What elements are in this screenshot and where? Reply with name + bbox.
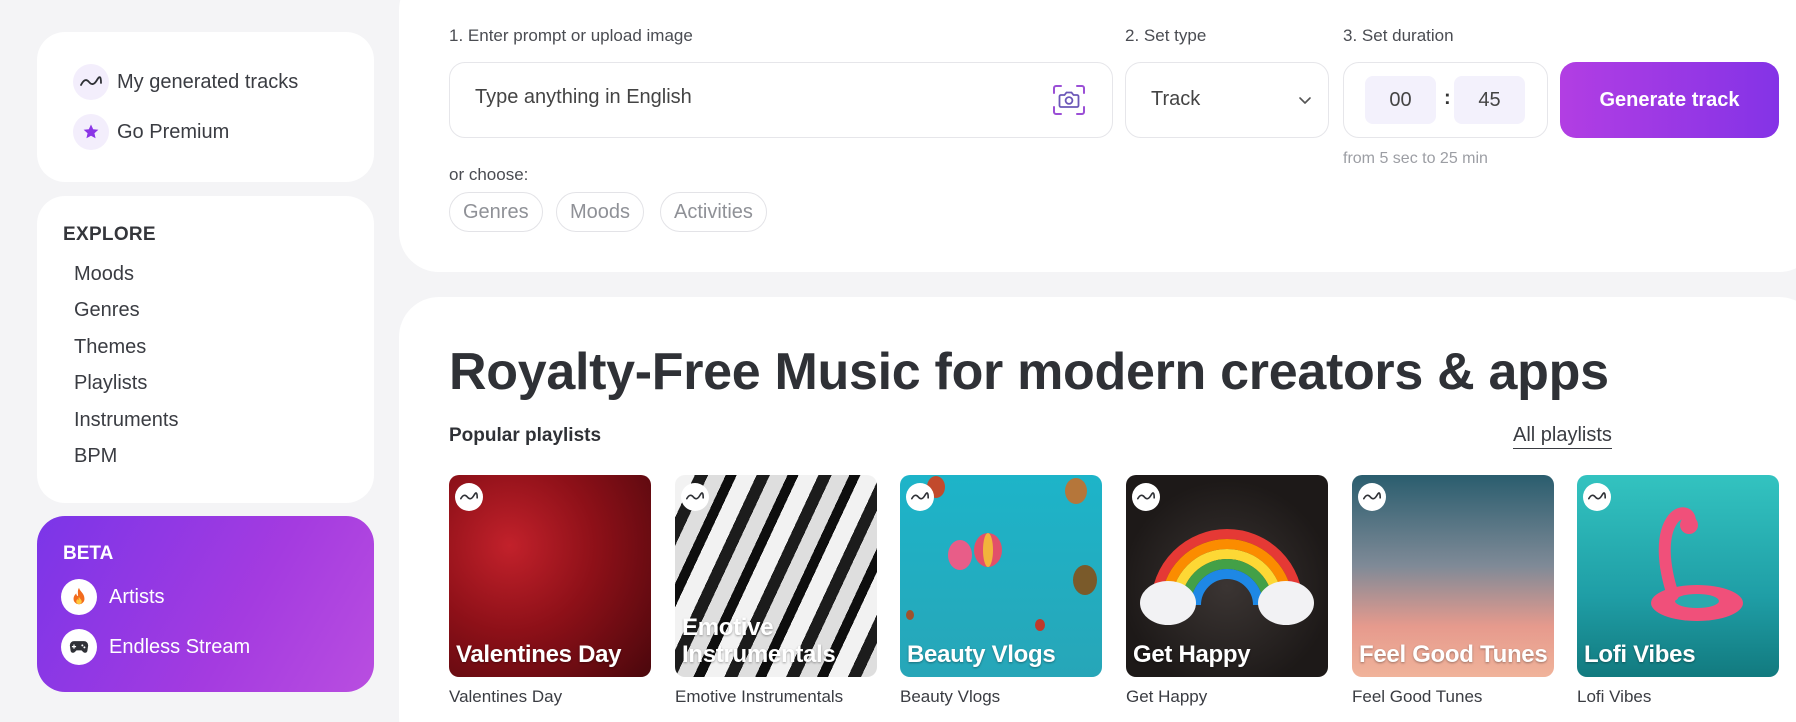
playlist-thumbnail: Lofi Vibes xyxy=(1577,475,1779,677)
duration-hint: from 5 sec to 25 min xyxy=(1343,150,1488,167)
all-playlists-link[interactable]: All playlists xyxy=(1513,424,1612,449)
prompt-box xyxy=(449,62,1113,138)
my-generated-tracks-label: My generated tracks xyxy=(117,70,299,93)
chip-activities[interactable]: Activities xyxy=(660,192,767,232)
type-select[interactable]: Track xyxy=(1125,62,1329,138)
playlist-tile[interactable]: Lofi Vibes Lofi Vibes xyxy=(1577,475,1779,707)
step1-label: 1. Enter prompt or upload image xyxy=(449,26,693,45)
chip-genres[interactable]: Genres xyxy=(449,192,543,232)
playlist-overlay-title: Feel Good Tunes xyxy=(1359,641,1548,668)
duration-seconds-input[interactable]: 45 xyxy=(1454,76,1525,124)
playlist-overlay-title: Lofi Vibes xyxy=(1584,641,1696,668)
duration-box: 00 : 45 xyxy=(1343,62,1548,138)
type-select-value: Track xyxy=(1151,88,1201,110)
explore-item-instruments[interactable]: Instruments xyxy=(74,408,178,444)
star-icon xyxy=(73,114,109,150)
gamepad-icon xyxy=(61,629,97,665)
playlist-caption: Beauty Vlogs xyxy=(900,687,1001,706)
generator-panel: 1. Enter prompt or upload image 2. Set t… xyxy=(399,0,1796,272)
explore-item-themes[interactable]: Themes xyxy=(74,335,178,371)
playlist-caption: Get Happy xyxy=(1126,687,1208,706)
explore-list: Moods Genres Themes Playlists Instrument… xyxy=(74,262,178,480)
playlist-caption: Valentines Day xyxy=(449,687,563,706)
explore-heading: EXPLORE xyxy=(63,224,156,245)
playlist-overlay-title: Valentines Day xyxy=(456,641,622,668)
beta-card: BETA Artists Endless Stream xyxy=(37,516,374,692)
popular-playlists-heading: Popular playlists xyxy=(449,425,602,446)
artists-label: Artists xyxy=(109,585,165,608)
go-premium-link[interactable]: Go Premium xyxy=(73,114,229,150)
chip-moods[interactable]: Moods xyxy=(556,192,645,232)
artists-link[interactable]: Artists xyxy=(61,579,165,615)
wave-icon xyxy=(681,483,709,511)
go-premium-label: Go Premium xyxy=(117,120,230,143)
playlist-tile[interactable]: Emotive Instrumentals Emotive Instrument… xyxy=(675,475,877,707)
playlist-thumbnail: Get Happy xyxy=(1126,475,1328,677)
duration-separator: : xyxy=(1444,87,1451,109)
playlist-tile[interactable]: Feel Good Tunes Feel Good Tunes xyxy=(1352,475,1554,707)
wave-icon xyxy=(1132,483,1160,511)
content-panel: Royalty-Free Music for modern creators &… xyxy=(399,297,1796,722)
playlist-caption: Lofi Vibes xyxy=(1577,687,1652,706)
playlist-tile[interactable]: Valentines Day Valentines Day xyxy=(449,475,651,707)
playlist-overlay-title: Get Happy xyxy=(1133,641,1251,668)
wave-icon xyxy=(73,64,109,100)
playlist-tile[interactable]: Beauty Vlogs Beauty Vlogs xyxy=(900,475,1102,707)
fire-icon xyxy=(61,579,97,615)
wave-icon xyxy=(455,483,483,511)
step2-label: 2. Set type xyxy=(1125,26,1207,45)
page-title: Royalty-Free Music for modern creators &… xyxy=(449,343,1609,401)
explore-item-moods[interactable]: Moods xyxy=(74,262,178,298)
playlist-overlay-title: Emotive Instrumentals xyxy=(682,614,836,668)
prompt-input[interactable] xyxy=(475,86,1035,109)
wave-icon xyxy=(1358,483,1386,511)
wave-icon xyxy=(1583,483,1611,511)
playlist-thumbnail: Emotive Instrumentals xyxy=(675,475,877,677)
playlist-overlay-title: Beauty Vlogs xyxy=(907,641,1056,668)
playlist-thumbnail: Feel Good Tunes xyxy=(1352,475,1554,677)
duration-minutes-input[interactable]: 00 xyxy=(1365,76,1436,124)
explore-card: EXPLORE Moods Genres Themes Playlists In… xyxy=(37,196,374,503)
chevron-down-icon xyxy=(1299,97,1311,104)
camera-icon[interactable] xyxy=(1052,84,1086,116)
wave-icon xyxy=(906,483,934,511)
generate-track-button[interactable]: Generate track xyxy=(1560,62,1779,138)
my-generated-tracks-link[interactable]: My generated tracks xyxy=(73,64,298,100)
playlist-caption: Emotive Instrumentals xyxy=(675,687,844,706)
or-choose-label: or choose: xyxy=(449,165,529,184)
playlist-thumbnail: Beauty Vlogs xyxy=(900,475,1102,677)
endless-stream-link[interactable]: Endless Stream xyxy=(61,629,250,665)
playlist-thumbnail: Valentines Day xyxy=(449,475,651,677)
playlist-caption: Feel Good Tunes xyxy=(1352,687,1483,706)
explore-item-genres[interactable]: Genres xyxy=(74,298,178,334)
explore-item-bpm[interactable]: BPM xyxy=(74,444,178,480)
playlist-tile[interactable]: Get Happy Get Happy xyxy=(1126,475,1328,707)
beta-heading: BETA xyxy=(63,543,114,564)
endless-stream-label: Endless Stream xyxy=(109,635,251,658)
step3-label: 3. Set duration xyxy=(1343,26,1454,45)
user-card: My generated tracks Go Premium xyxy=(37,32,374,182)
explore-item-playlists[interactable]: Playlists xyxy=(74,371,178,407)
